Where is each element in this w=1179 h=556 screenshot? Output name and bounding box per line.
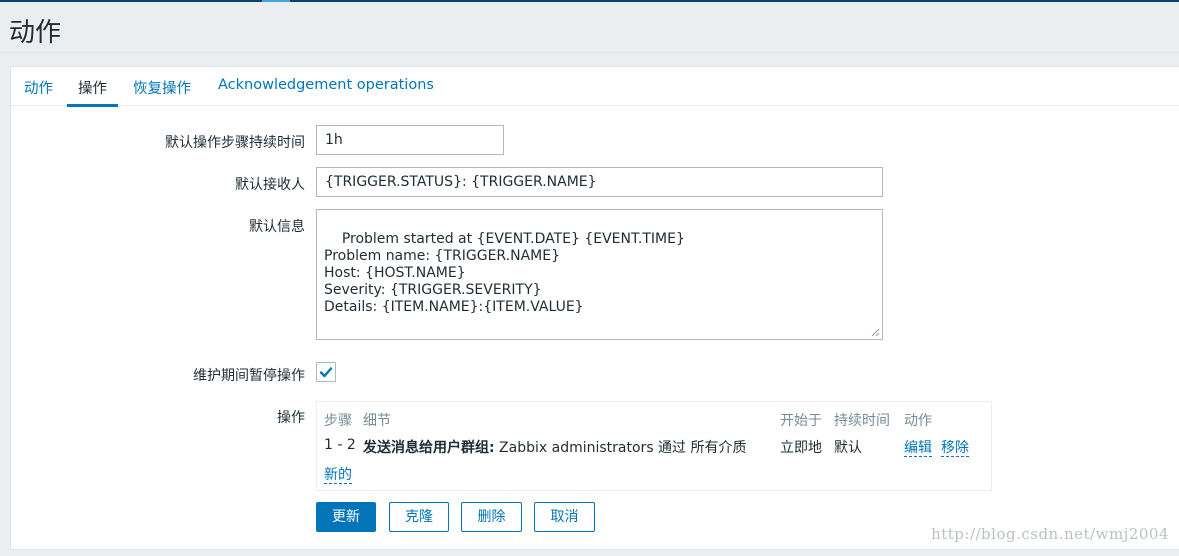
title-divider: [0, 52, 1179, 53]
tab-action[interactable]: 动作: [24, 77, 53, 106]
update-button[interactable]: 更新: [316, 502, 376, 532]
checkmark-icon: [319, 367, 333, 378]
new-operation-link[interactable]: 新的: [324, 467, 352, 484]
default-step-duration-input[interactable]: [316, 125, 504, 155]
row-start-in: 立即地: [780, 440, 822, 456]
tab-recovery-operations[interactable]: 恢复操作: [133, 77, 191, 106]
row-details-type: 发送消息给用户群组:: [363, 440, 495, 456]
cancel-button[interactable]: 取消: [534, 502, 595, 532]
default-message-text: Problem started at {EVENT.DATE} {EVENT.T…: [324, 231, 685, 315]
tab-operations[interactable]: 操作: [67, 77, 118, 107]
resize-grip-icon[interactable]: [871, 328, 880, 337]
column-header-duration: 持续时间: [834, 413, 890, 429]
default-subject-label: 默认接收人: [235, 177, 305, 193]
default-subject-input[interactable]: [316, 167, 883, 197]
default-message-textarea[interactable]: Problem started at {EVENT.DATE} {EVENT.T…: [316, 209, 883, 340]
page-title: 动作: [9, 18, 62, 48]
column-header-details: 细节: [363, 413, 391, 429]
clone-button[interactable]: 克隆: [389, 502, 449, 532]
operations-label: 操作: [277, 410, 305, 426]
edit-operation-link[interactable]: 编辑: [904, 440, 932, 457]
column-header-steps: 步骤: [324, 413, 352, 429]
tab-bar: 动作 操作 恢复操作 Acknowledgement operations: [11, 67, 1179, 107]
row-details: 发送消息给用户群组: Zabbix administrators 通过 所有介质: [363, 437, 747, 457]
column-header-start-in: 开始于: [780, 413, 822, 429]
delete-button[interactable]: 删除: [461, 502, 522, 532]
column-header-action: 动作: [904, 413, 932, 429]
pause-in-maintenance-label: 维护期间暂停操作: [193, 368, 305, 384]
remove-operation-link[interactable]: 移除: [941, 440, 969, 457]
action-form-panel: 动作 操作 恢复操作 Acknowledgement operations 默认…: [10, 66, 1179, 550]
top-bar-marker: [262, 0, 290, 2]
row-details-target: Zabbix administrators 通过 所有介质: [494, 440, 747, 456]
tab-acknowledgement-operations[interactable]: Acknowledgement operations: [218, 77, 434, 106]
pause-in-maintenance-checkbox[interactable]: [316, 362, 336, 382]
default-step-duration-label: 默认操作步骤持续时间: [165, 135, 305, 151]
row-steps: 1 - 2: [324, 437, 356, 453]
watermark: http://blog.csdn.net/wmj2004: [931, 525, 1169, 543]
row-duration: 默认: [834, 440, 862, 456]
operations-table: 步骤 细节 开始于 持续时间 动作 1 - 2 发送消息给用户群组: Zabbi…: [316, 401, 992, 491]
default-message-label: 默认信息: [249, 219, 305, 235]
top-bar: [0, 0, 1179, 2]
